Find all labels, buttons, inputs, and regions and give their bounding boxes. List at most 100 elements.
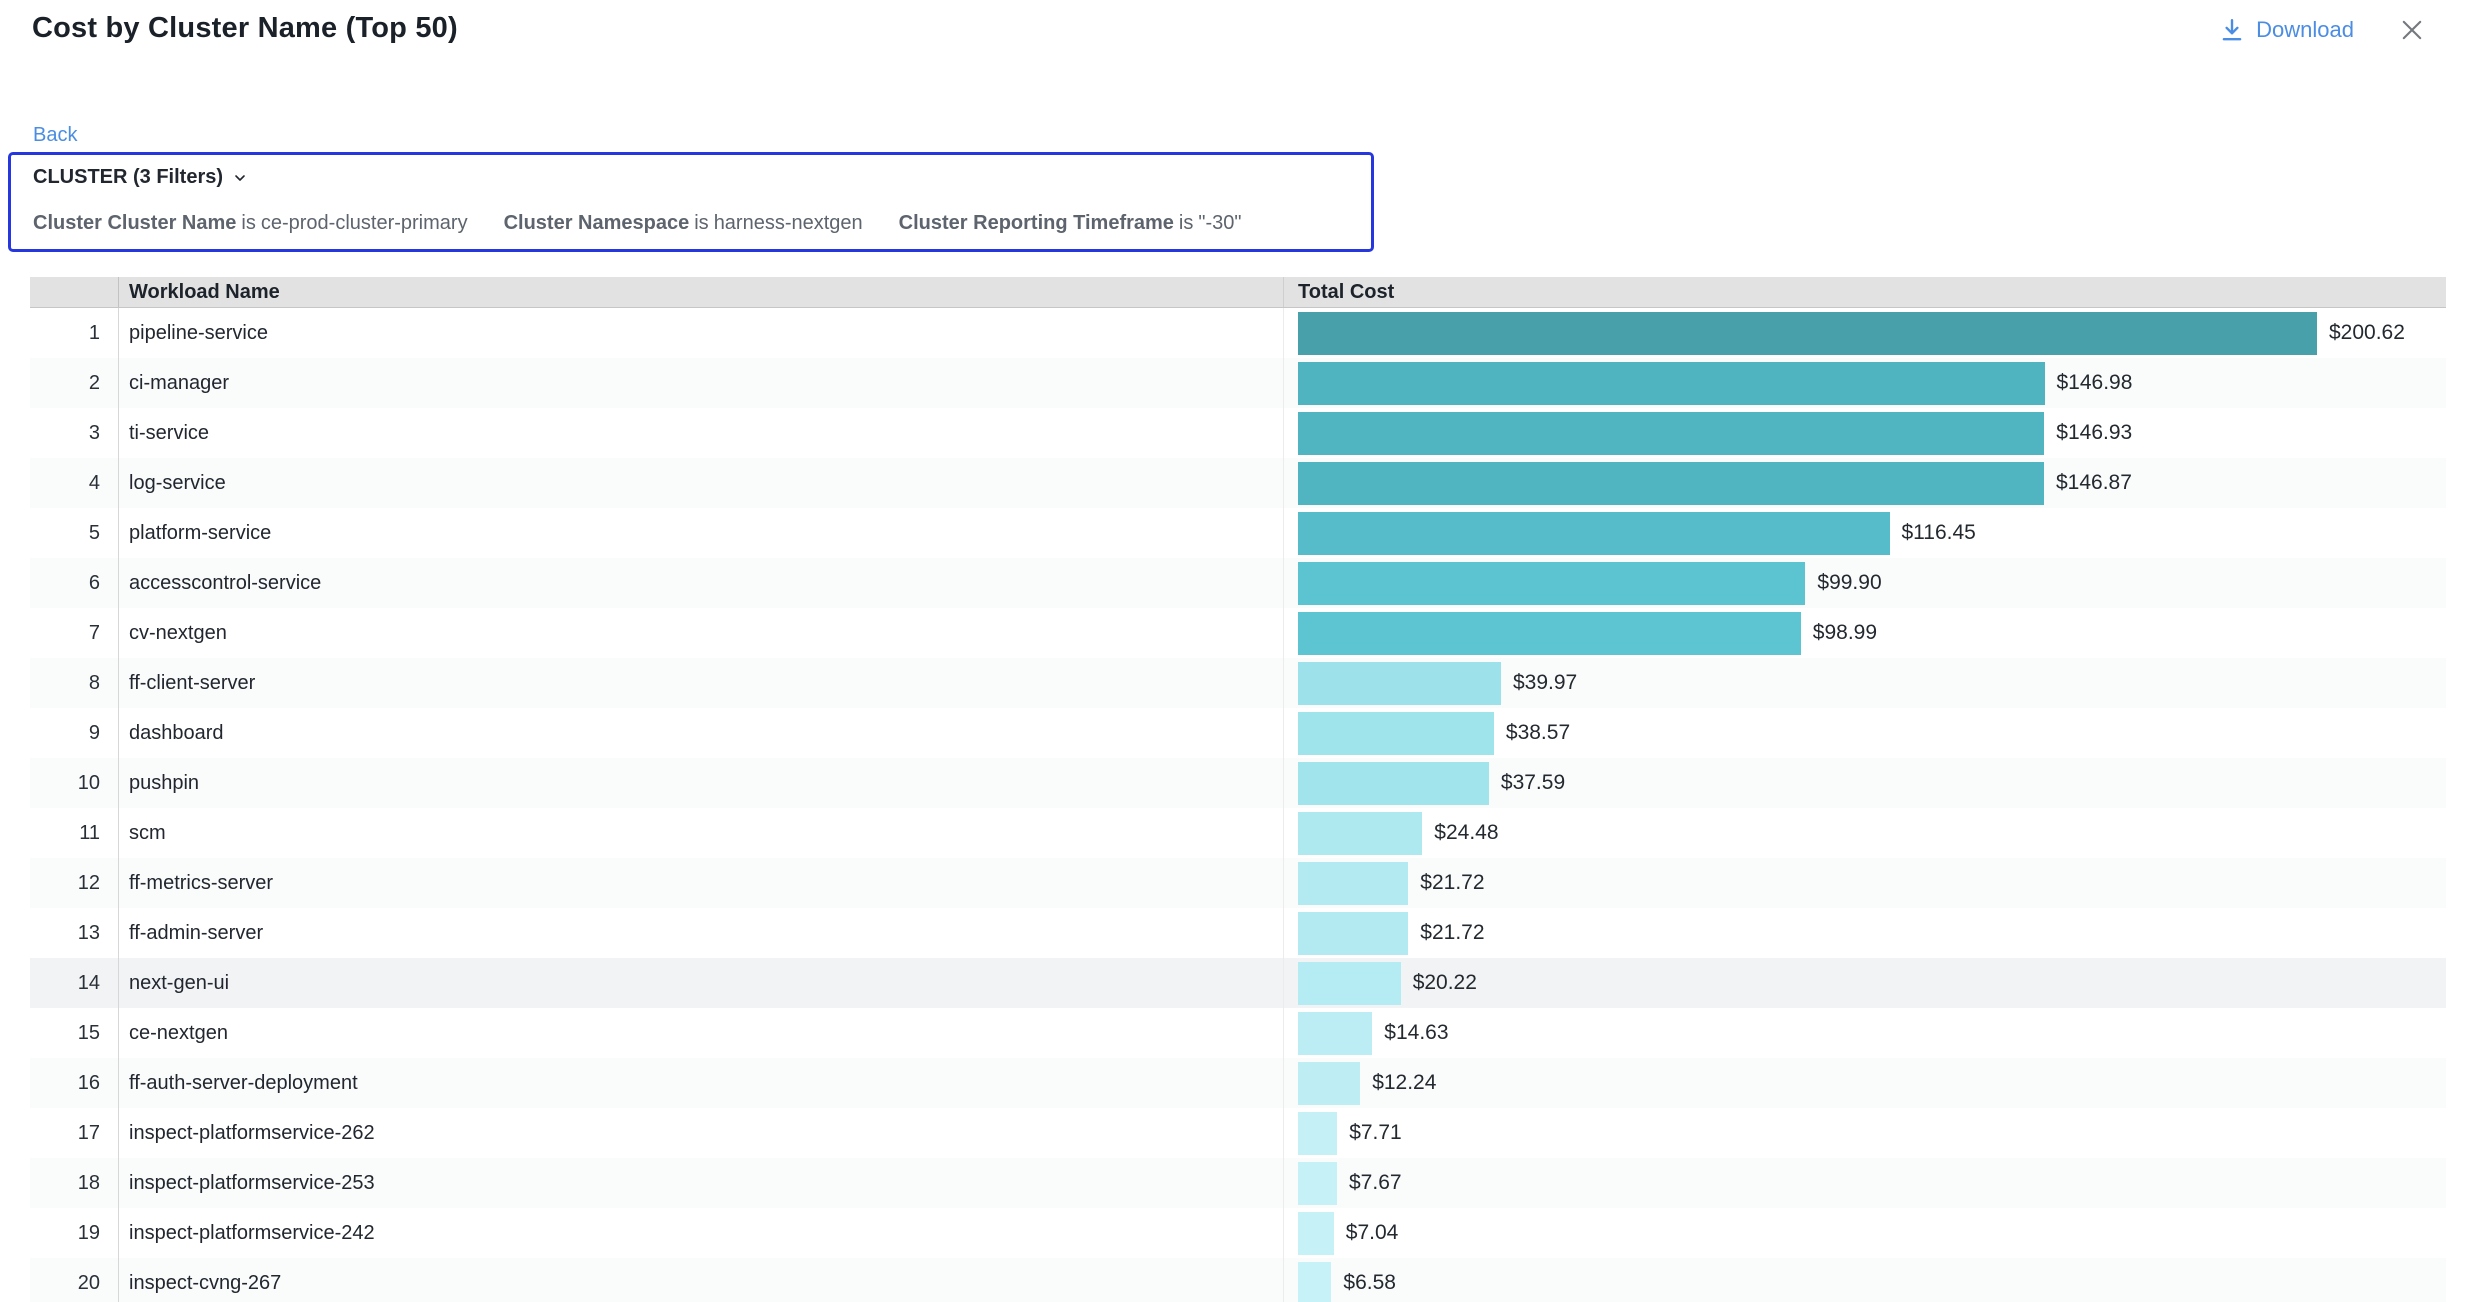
row-rank: 14 bbox=[30, 958, 118, 1008]
filter-operator: is bbox=[1179, 212, 1193, 234]
cost-value: $37.59 bbox=[1501, 771, 1565, 795]
cost-bar[interactable] bbox=[1298, 1012, 1372, 1055]
filter-value: harness-nextgen bbox=[714, 212, 863, 234]
column-header-rank bbox=[30, 277, 118, 307]
filter-panel: CLUSTER (3 Filters) Cluster Cluster Name… bbox=[8, 152, 1374, 252]
cost-bar[interactable] bbox=[1298, 412, 2044, 455]
download-button[interactable]: Download bbox=[2219, 17, 2354, 43]
table-row[interactable]: 2ci-manager$146.98 bbox=[30, 358, 2446, 408]
row-rank: 9 bbox=[30, 708, 118, 758]
workload-name: inspect-platformservice-253 bbox=[118, 1158, 1283, 1208]
cost-value: $38.57 bbox=[1506, 721, 1570, 745]
total-cost-cell: $21.72 bbox=[1283, 858, 2446, 908]
table-row[interactable]: 19inspect-platformservice-242$7.04 bbox=[30, 1208, 2446, 1258]
table-row[interactable]: 4log-service$146.87 bbox=[30, 458, 2446, 508]
download-icon bbox=[2219, 17, 2245, 43]
total-cost-cell: $39.97 bbox=[1283, 658, 2446, 708]
table-row[interactable]: 11scm$24.48 bbox=[30, 808, 2446, 858]
row-rank: 16 bbox=[30, 1058, 118, 1108]
row-rank: 15 bbox=[30, 1008, 118, 1058]
filter-chip[interactable]: Cluster Reporting Timeframeis"-30" bbox=[899, 212, 1242, 235]
table-row[interactable]: 16ff-auth-server-deployment$12.24 bbox=[30, 1058, 2446, 1108]
table-header: Workload Name Total Cost bbox=[30, 277, 2446, 308]
total-cost-cell: $7.04 bbox=[1283, 1208, 2446, 1258]
filter-operator: is bbox=[241, 212, 255, 234]
cost-bar[interactable] bbox=[1298, 1262, 1331, 1302]
close-icon[interactable] bbox=[2398, 16, 2426, 44]
workload-name: ff-admin-server bbox=[118, 908, 1283, 958]
table-row[interactable]: 8ff-client-server$39.97 bbox=[30, 658, 2446, 708]
cost-bar[interactable] bbox=[1298, 812, 1422, 855]
topbar-actions: Download bbox=[2219, 16, 2426, 44]
table-row[interactable]: 12ff-metrics-server$21.72 bbox=[30, 858, 2446, 908]
cost-value: $7.67 bbox=[1349, 1171, 1402, 1195]
table-row[interactable]: 20inspect-cvng-267$6.58 bbox=[30, 1258, 2446, 1302]
cost-bar[interactable] bbox=[1298, 1112, 1337, 1155]
column-header-total-cost[interactable]: Total Cost bbox=[1283, 277, 2446, 307]
cost-bar[interactable] bbox=[1298, 312, 2317, 355]
download-label: Download bbox=[2256, 17, 2354, 43]
cost-value: $200.62 bbox=[2329, 321, 2405, 345]
filter-chip[interactable]: Cluster Namespaceisharness-nextgen bbox=[504, 212, 863, 235]
row-rank: 7 bbox=[30, 608, 118, 658]
filter-name: Cluster Reporting Timeframe bbox=[899, 212, 1174, 234]
row-rank: 20 bbox=[30, 1258, 118, 1302]
table-row[interactable]: 15ce-nextgen$14.63 bbox=[30, 1008, 2446, 1058]
cost-bar[interactable] bbox=[1298, 512, 1890, 555]
cost-bar[interactable] bbox=[1298, 612, 1801, 655]
cost-bar[interactable] bbox=[1298, 562, 1805, 605]
filter-group-toggle[interactable]: CLUSTER (3 Filters) bbox=[33, 166, 1351, 189]
back-link[interactable]: Back bbox=[33, 124, 77, 147]
cost-value: $146.87 bbox=[2056, 471, 2132, 495]
row-rank: 12 bbox=[30, 858, 118, 908]
table-row[interactable]: 7cv-nextgen$98.99 bbox=[30, 608, 2446, 658]
table-row[interactable]: 13ff-admin-server$21.72 bbox=[30, 908, 2446, 958]
table-row[interactable]: 10pushpin$37.59 bbox=[30, 758, 2446, 808]
table-row[interactable]: 14next-gen-ui$20.22 bbox=[30, 958, 2446, 1008]
filter-chip[interactable]: Cluster Cluster Nameisce-prod-cluster-pr… bbox=[33, 212, 468, 235]
cost-bar[interactable] bbox=[1298, 1162, 1337, 1205]
row-rank: 17 bbox=[30, 1108, 118, 1158]
row-rank: 6 bbox=[30, 558, 118, 608]
total-cost-cell: $116.45 bbox=[1283, 508, 2446, 558]
total-cost-cell: $12.24 bbox=[1283, 1058, 2446, 1108]
workload-name: log-service bbox=[118, 458, 1283, 508]
total-cost-cell: $21.72 bbox=[1283, 908, 2446, 958]
row-rank: 13 bbox=[30, 908, 118, 958]
cost-bar[interactable] bbox=[1298, 762, 1489, 805]
workload-name: inspect-cvng-267 bbox=[118, 1258, 1283, 1302]
chevron-down-icon bbox=[232, 170, 248, 186]
cost-table: Workload Name Total Cost 1pipeline-servi… bbox=[30, 277, 2446, 1302]
table-row[interactable]: 3ti-service$146.93 bbox=[30, 408, 2446, 458]
table-row[interactable]: 1pipeline-service$200.62 bbox=[30, 308, 2446, 358]
total-cost-cell: $99.90 bbox=[1283, 558, 2446, 608]
page-title: Cost by Cluster Name (Top 50) bbox=[32, 12, 458, 45]
cost-bar[interactable] bbox=[1298, 362, 2045, 405]
table-row[interactable]: 17inspect-platformservice-262$7.71 bbox=[30, 1108, 2446, 1158]
table-row[interactable]: 9dashboard $38.57 bbox=[30, 708, 2446, 758]
cost-bar[interactable] bbox=[1298, 662, 1501, 705]
workload-name: dashboard bbox=[118, 708, 1283, 758]
table-row[interactable]: 6accesscontrol-service$99.90 bbox=[30, 558, 2446, 608]
workload-name: ti-service bbox=[118, 408, 1283, 458]
total-cost-cell: $200.62 bbox=[1283, 308, 2446, 358]
workload-name: ce-nextgen bbox=[118, 1008, 1283, 1058]
table-row[interactable]: 18inspect-platformservice-253$7.67 bbox=[30, 1158, 2446, 1208]
workload-name: ci-manager bbox=[118, 358, 1283, 408]
cost-bar[interactable] bbox=[1298, 712, 1494, 755]
cost-bar[interactable] bbox=[1298, 462, 2044, 505]
workload-name: next-gen-ui bbox=[118, 958, 1283, 1008]
table-body: 1pipeline-service$200.622ci-manager$146.… bbox=[30, 308, 2446, 1302]
cost-bar[interactable] bbox=[1298, 912, 1408, 955]
cost-bar[interactable] bbox=[1298, 962, 1401, 1005]
table-row[interactable]: 5platform-service$116.45 bbox=[30, 508, 2446, 558]
total-cost-cell: $146.98 bbox=[1283, 358, 2446, 408]
cost-value: $21.72 bbox=[1420, 871, 1484, 895]
cost-bar[interactable] bbox=[1298, 862, 1408, 905]
filter-operator: is bbox=[694, 212, 708, 234]
cost-value: $39.97 bbox=[1513, 671, 1577, 695]
total-cost-cell: $146.87 bbox=[1283, 458, 2446, 508]
column-header-workload-name[interactable]: Workload Name bbox=[118, 277, 1283, 307]
cost-bar[interactable] bbox=[1298, 1062, 1360, 1105]
cost-bar[interactable] bbox=[1298, 1212, 1334, 1255]
